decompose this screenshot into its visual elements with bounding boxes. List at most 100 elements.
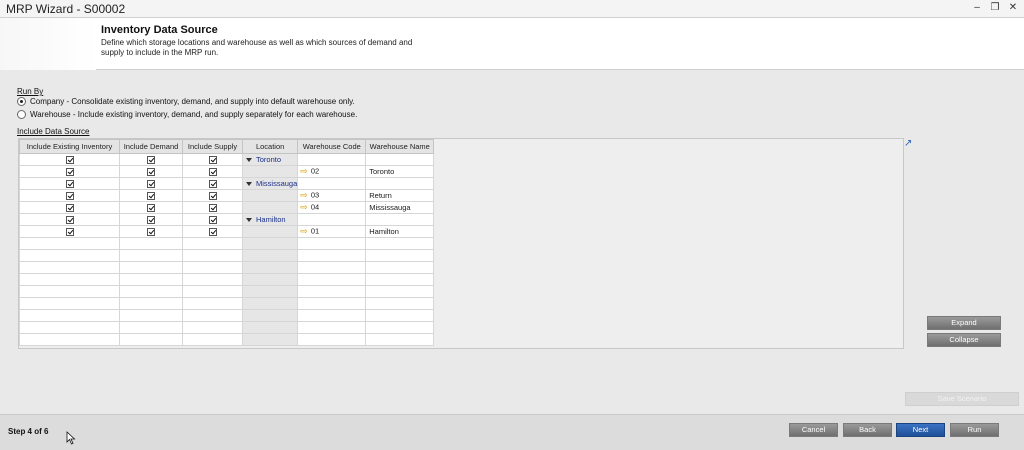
col-header-warehouse-name[interactable]: Warehouse Name [365, 139, 435, 154]
include-inventory-checkbox[interactable] [65, 228, 74, 236]
location-label: Hamilton [256, 215, 286, 224]
table-row-empty[interactable] [19, 285, 435, 298]
warehouse-code-cell: ⇨ 03 [297, 189, 367, 202]
location-cell [241, 201, 299, 214]
link-arrow-icon[interactable]: ⇨ [300, 202, 308, 213]
save-scenario-button[interactable]: Save Scenario [905, 392, 1019, 406]
warehouse-name-cell [365, 153, 435, 166]
collapse-triangle-icon[interactable] [246, 158, 252, 163]
include-inventory-checkbox[interactable] [65, 156, 74, 164]
link-arrow-icon[interactable]: ⇨ [300, 226, 308, 237]
empty-cell [119, 249, 183, 262]
radio-warehouse[interactable]: Warehouse - Include existing inventory, … [17, 110, 357, 119]
radio-company[interactable]: Company - Consolidate existing inventory… [17, 97, 355, 106]
back-button[interactable]: Back [843, 423, 892, 437]
radio-button-icon[interactable] [17, 97, 26, 106]
include-supply-checkbox[interactable] [208, 168, 217, 176]
table-row-empty[interactable] [19, 333, 435, 346]
include-demand-checkbox[interactable] [147, 204, 155, 212]
include-supply-checkbox[interactable] [208, 228, 217, 236]
table-row-empty[interactable] [19, 261, 435, 274]
expand-window-icon[interactable]: ↗ [904, 139, 914, 149]
table-row-empty[interactable] [19, 297, 435, 310]
include-inventory-cell [19, 153, 120, 166]
close-icon[interactable]: ✕ [1008, 2, 1018, 13]
location-cell: Hamilton [241, 213, 299, 226]
include-demand-checkbox[interactable] [147, 192, 155, 200]
next-button[interactable]: Next [896, 423, 945, 437]
include-inventory-cell [19, 201, 120, 214]
include-supply-checkbox[interactable] [208, 180, 217, 188]
col-header-warehouse-code[interactable]: Warehouse Code [297, 139, 367, 154]
table-row-empty[interactable] [19, 237, 435, 250]
location-cell [241, 189, 299, 202]
empty-cell [297, 261, 367, 274]
radio-button-icon[interactable] [17, 110, 26, 119]
warehouse-code-value: 04 [310, 202, 320, 212]
table-row[interactable]: Toronto [19, 153, 435, 166]
empty-cell [119, 333, 183, 346]
data-source-label: Include Data Source [17, 127, 90, 136]
table-row[interactable]: ⇨ 03 Return [19, 189, 435, 202]
empty-cell [182, 249, 243, 262]
col-header-inventory[interactable]: Include Existing Inventory [19, 139, 120, 154]
table-row[interactable]: Mississauga [19, 177, 435, 190]
include-inventory-checkbox[interactable] [65, 204, 74, 212]
include-supply-cell [182, 201, 243, 214]
include-supply-cell [182, 165, 243, 178]
include-demand-cell [119, 177, 183, 190]
table-row[interactable]: ⇨ 02 Toronto [19, 165, 435, 178]
include-inventory-checkbox[interactable] [65, 180, 74, 188]
step-indicator: Step 4 of 6 [8, 427, 49, 436]
empty-cell [297, 321, 367, 334]
collapse-triangle-icon[interactable] [246, 182, 252, 187]
include-inventory-cell [19, 189, 120, 202]
include-inventory-checkbox[interactable] [65, 168, 74, 176]
collapse-button[interactable]: Collapse [927, 333, 1001, 347]
empty-cell [365, 285, 435, 298]
include-inventory-checkbox[interactable] [65, 192, 74, 200]
col-header-supply[interactable]: Include Supply [182, 139, 243, 154]
empty-cell [19, 297, 120, 310]
wizard-header: Inventory Data Source Define which stora… [0, 18, 1024, 70]
warehouse-code-cell [297, 177, 367, 190]
include-supply-checkbox[interactable] [208, 156, 217, 164]
window-title: MRP Wizard - S00002 [6, 2, 126, 16]
col-header-demand[interactable]: Include Demand [119, 139, 183, 154]
cancel-button[interactable]: Cancel [789, 423, 838, 437]
include-supply-checkbox[interactable] [208, 204, 217, 212]
table-row[interactable]: ⇨ 01 Hamilton [19, 225, 435, 238]
minimize-icon[interactable]: – [972, 2, 982, 13]
table-row[interactable]: ⇨ 04 Mississauga [19, 201, 435, 214]
run-button[interactable]: Run [950, 423, 999, 437]
empty-cell [241, 285, 299, 298]
include-supply-checkbox[interactable] [208, 216, 217, 224]
link-arrow-icon[interactable]: ⇨ [300, 166, 308, 177]
col-header-location[interactable]: Location [241, 139, 299, 154]
table-row-empty[interactable] [19, 273, 435, 286]
include-supply-checkbox[interactable] [208, 192, 217, 200]
include-inventory-checkbox[interactable] [65, 216, 74, 224]
restore-icon[interactable]: ❐ [990, 2, 1000, 13]
link-arrow-icon[interactable]: ⇨ [300, 190, 308, 201]
window-titlebar: MRP Wizard - S00002 – ❐ ✕ [0, 0, 1024, 18]
table-row[interactable]: Hamilton [19, 213, 435, 226]
include-demand-cell [119, 153, 183, 166]
empty-cell [241, 321, 299, 334]
location-label: Toronto [256, 155, 282, 164]
include-demand-checkbox[interactable] [147, 156, 155, 164]
empty-cell [241, 273, 299, 286]
table-row-empty[interactable] [19, 321, 435, 334]
collapse-triangle-icon[interactable] [246, 218, 252, 223]
include-demand-checkbox[interactable] [147, 216, 155, 224]
include-demand-checkbox[interactable] [147, 228, 155, 236]
empty-cell [365, 237, 435, 250]
include-demand-checkbox[interactable] [147, 168, 155, 176]
warehouse-name-cell [365, 213, 435, 226]
expand-button[interactable]: Expand [927, 316, 1001, 330]
table-row-empty[interactable] [19, 309, 435, 322]
empty-cell [365, 261, 435, 274]
include-demand-checkbox[interactable] [147, 180, 155, 188]
empty-cell [365, 249, 435, 262]
table-row-empty[interactable] [19, 249, 435, 262]
